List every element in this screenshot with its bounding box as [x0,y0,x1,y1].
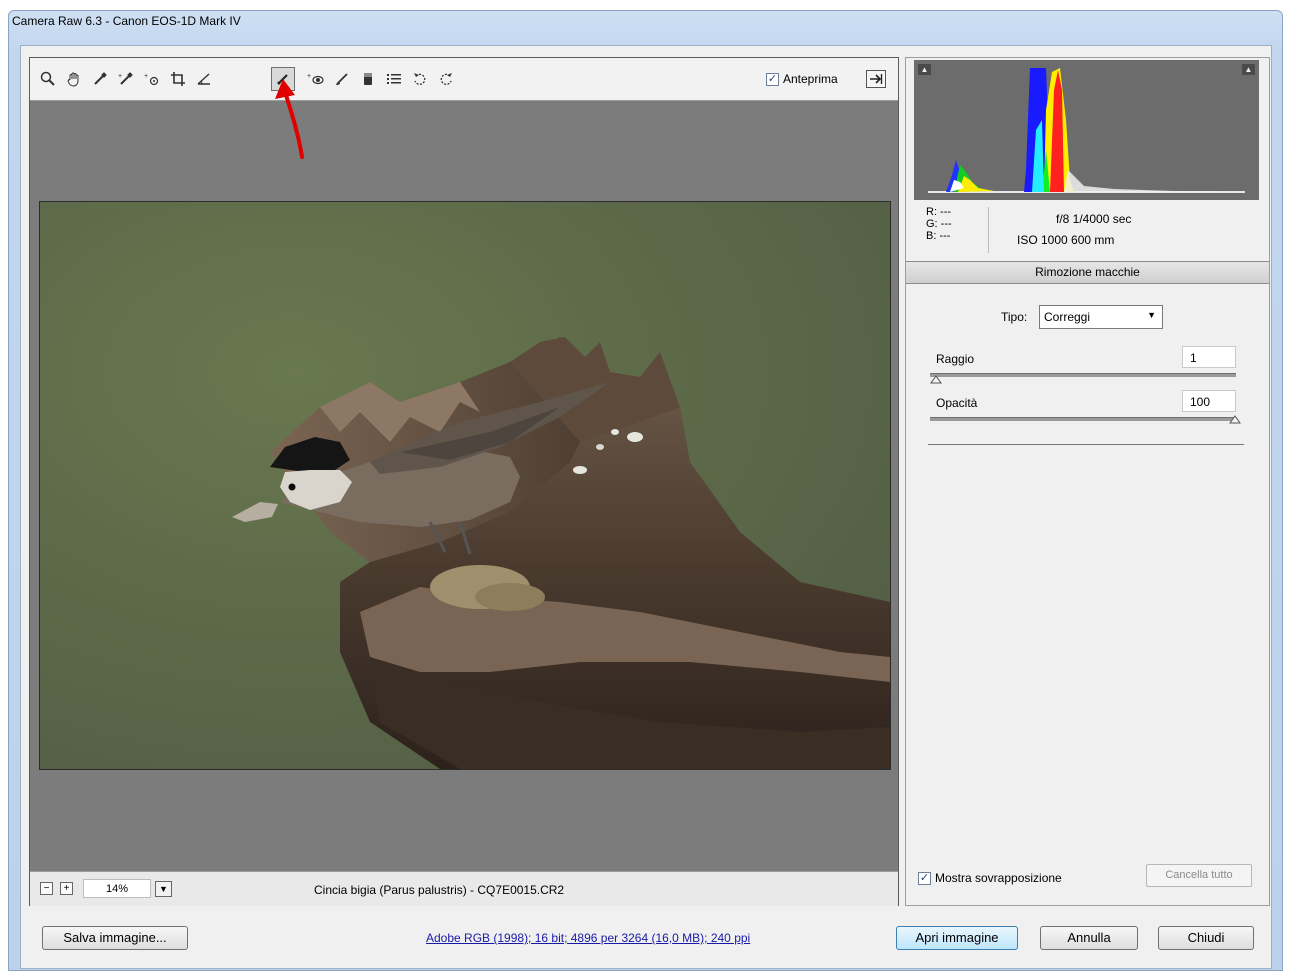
radius-slider-track[interactable] [930,373,1236,377]
svg-text:+: + [118,73,122,80]
type-select[interactable]: Correggi ▼ [1039,305,1163,329]
tool-bar: + + + ✓ Anteprima [30,58,898,101]
blue-value: B: --- [926,230,951,242]
rotate-ccw-icon[interactable] [408,67,432,91]
green-value: G: --- [926,218,952,230]
svg-text:+: + [144,73,148,80]
preferences-icon[interactable] [382,67,406,91]
bird-on-stump-photo [232,337,890,769]
panel-title: Rimozione macchie [906,261,1269,284]
zoom-level-field[interactable]: 14% [83,879,151,898]
fullscreen-toggle-button[interactable] [866,70,886,88]
adjustment-brush-tool-icon[interactable] [330,67,354,91]
opacity-value-field[interactable]: 100 [1182,390,1236,412]
type-select-value: Correggi [1044,310,1091,324]
crop-tool-icon[interactable] [166,67,190,91]
show-overlay-checkbox[interactable]: ✓ [918,871,931,885]
histogram-graph [928,68,1245,193]
preview-checkbox[interactable]: ✓ [766,72,779,86]
open-image-button[interactable]: Apri immagine [896,926,1018,950]
clear-all-button[interactable]: Cancella tutto [1146,864,1252,887]
zoom-dropdown-button[interactable]: ▼ [155,881,172,897]
targeted-adjustment-tool-icon[interactable]: + [140,67,164,91]
aperture-shutter-info: f/8 1/4000 sec [1056,212,1132,226]
iso-focal-info: ISO 1000 600 mm [1017,233,1115,247]
settings-panel: ▲ ▲ R: --- G: --- B: --- f/8 1/4000 sec … [905,57,1270,906]
straighten-tool-icon[interactable] [192,67,216,91]
zoom-in-button[interactable]: + [60,882,73,895]
done-button[interactable]: Chiudi [1158,926,1254,950]
preview-status-bar: − + 14% ▼ Cincia bigia (Parus palustris)… [30,871,898,906]
preview-label: Anteprima [783,72,838,86]
radius-value-field[interactable]: 1 [1182,346,1236,368]
chevron-down-icon: ▼ [1147,310,1156,320]
workflow-options-link[interactable]: Adobe RGB (1998); 16 bit; 4896 per 3264 … [426,931,750,945]
red-value: R: --- [926,206,952,218]
preview-checkbox-group[interactable]: ✓ Anteprima [766,72,838,86]
opacity-slider-thumb[interactable] [1229,414,1241,424]
readout-divider [988,207,989,253]
image-preview[interactable] [39,201,891,770]
show-overlay-label: Mostra sovrapposizione [935,871,1062,885]
rotate-cw-icon[interactable] [434,67,458,91]
exif-readout: R: --- G: --- B: --- f/8 1/4000 sec ISO … [906,204,1269,260]
opacity-label: Opacità [936,396,978,410]
hand-tool-icon[interactable] [62,67,86,91]
zoom-tool-icon[interactable] [36,67,60,91]
histogram: ▲ ▲ [914,60,1259,200]
file-name-label: Cincia bigia (Parus palustris) - CQ7E001… [314,883,565,897]
red-arrow-annotation [275,79,304,159]
panel-divider [928,444,1244,445]
show-overlay-checkbox-group[interactable]: ✓ Mostra sovrapposizione [918,871,1062,885]
white-balance-tool-icon[interactable] [88,67,112,91]
zoom-out-button[interactable]: − [40,882,53,895]
cancel-button[interactable]: Annulla [1040,926,1138,950]
color-sampler-tool-icon[interactable]: + [114,67,138,91]
graduated-filter-tool-icon[interactable] [356,67,380,91]
preview-area: + + + ✓ Anteprima − + 14% ▼ Cincia bigia… [29,57,899,906]
window-title: Camera Raw 6.3 - Canon EOS-1D Mark IV [12,14,241,28]
opacity-slider-track[interactable] [930,417,1236,421]
rgb-readout: R: --- G: --- B: --- [926,206,952,242]
type-label: Tipo: [1001,310,1028,324]
radius-slider-thumb[interactable] [930,374,942,384]
save-image-button[interactable]: Salva immagine... [42,926,188,950]
radius-label: Raggio [936,352,975,366]
